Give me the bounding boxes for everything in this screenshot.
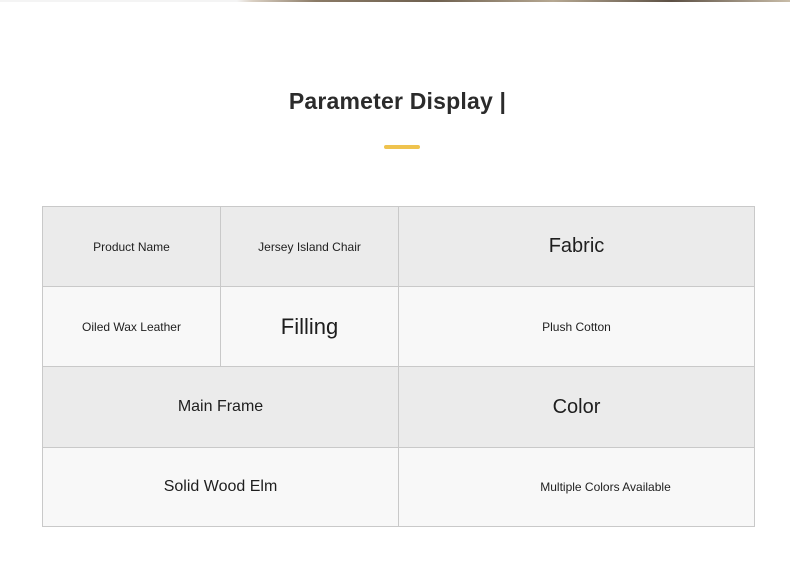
- top-image-strip: [0, 0, 790, 2]
- filling-label: Filling: [221, 287, 399, 367]
- product-name-value: Jersey Island Chair: [221, 207, 399, 287]
- color-label: Color: [399, 367, 754, 448]
- page: Parameter Display | Product Name Jersey …: [0, 0, 790, 567]
- product-name-label: Product Name: [43, 207, 221, 287]
- fabric-value: Oiled Wax Leather: [43, 287, 221, 367]
- main-frame-value: Solid Wood Elm: [43, 448, 399, 526]
- page-title: Parameter Display |: [288, 88, 507, 114]
- fabric-label: Fabric: [399, 207, 754, 287]
- main-frame-label: Main Frame: [43, 367, 399, 448]
- filling-value: Plush Cotton: [399, 287, 754, 367]
- color-value: Multiple Colors Available: [399, 448, 754, 526]
- parameter-table: Product Name Jersey Island Chair Fabric …: [42, 206, 755, 527]
- title-underline-accent: [384, 145, 420, 149]
